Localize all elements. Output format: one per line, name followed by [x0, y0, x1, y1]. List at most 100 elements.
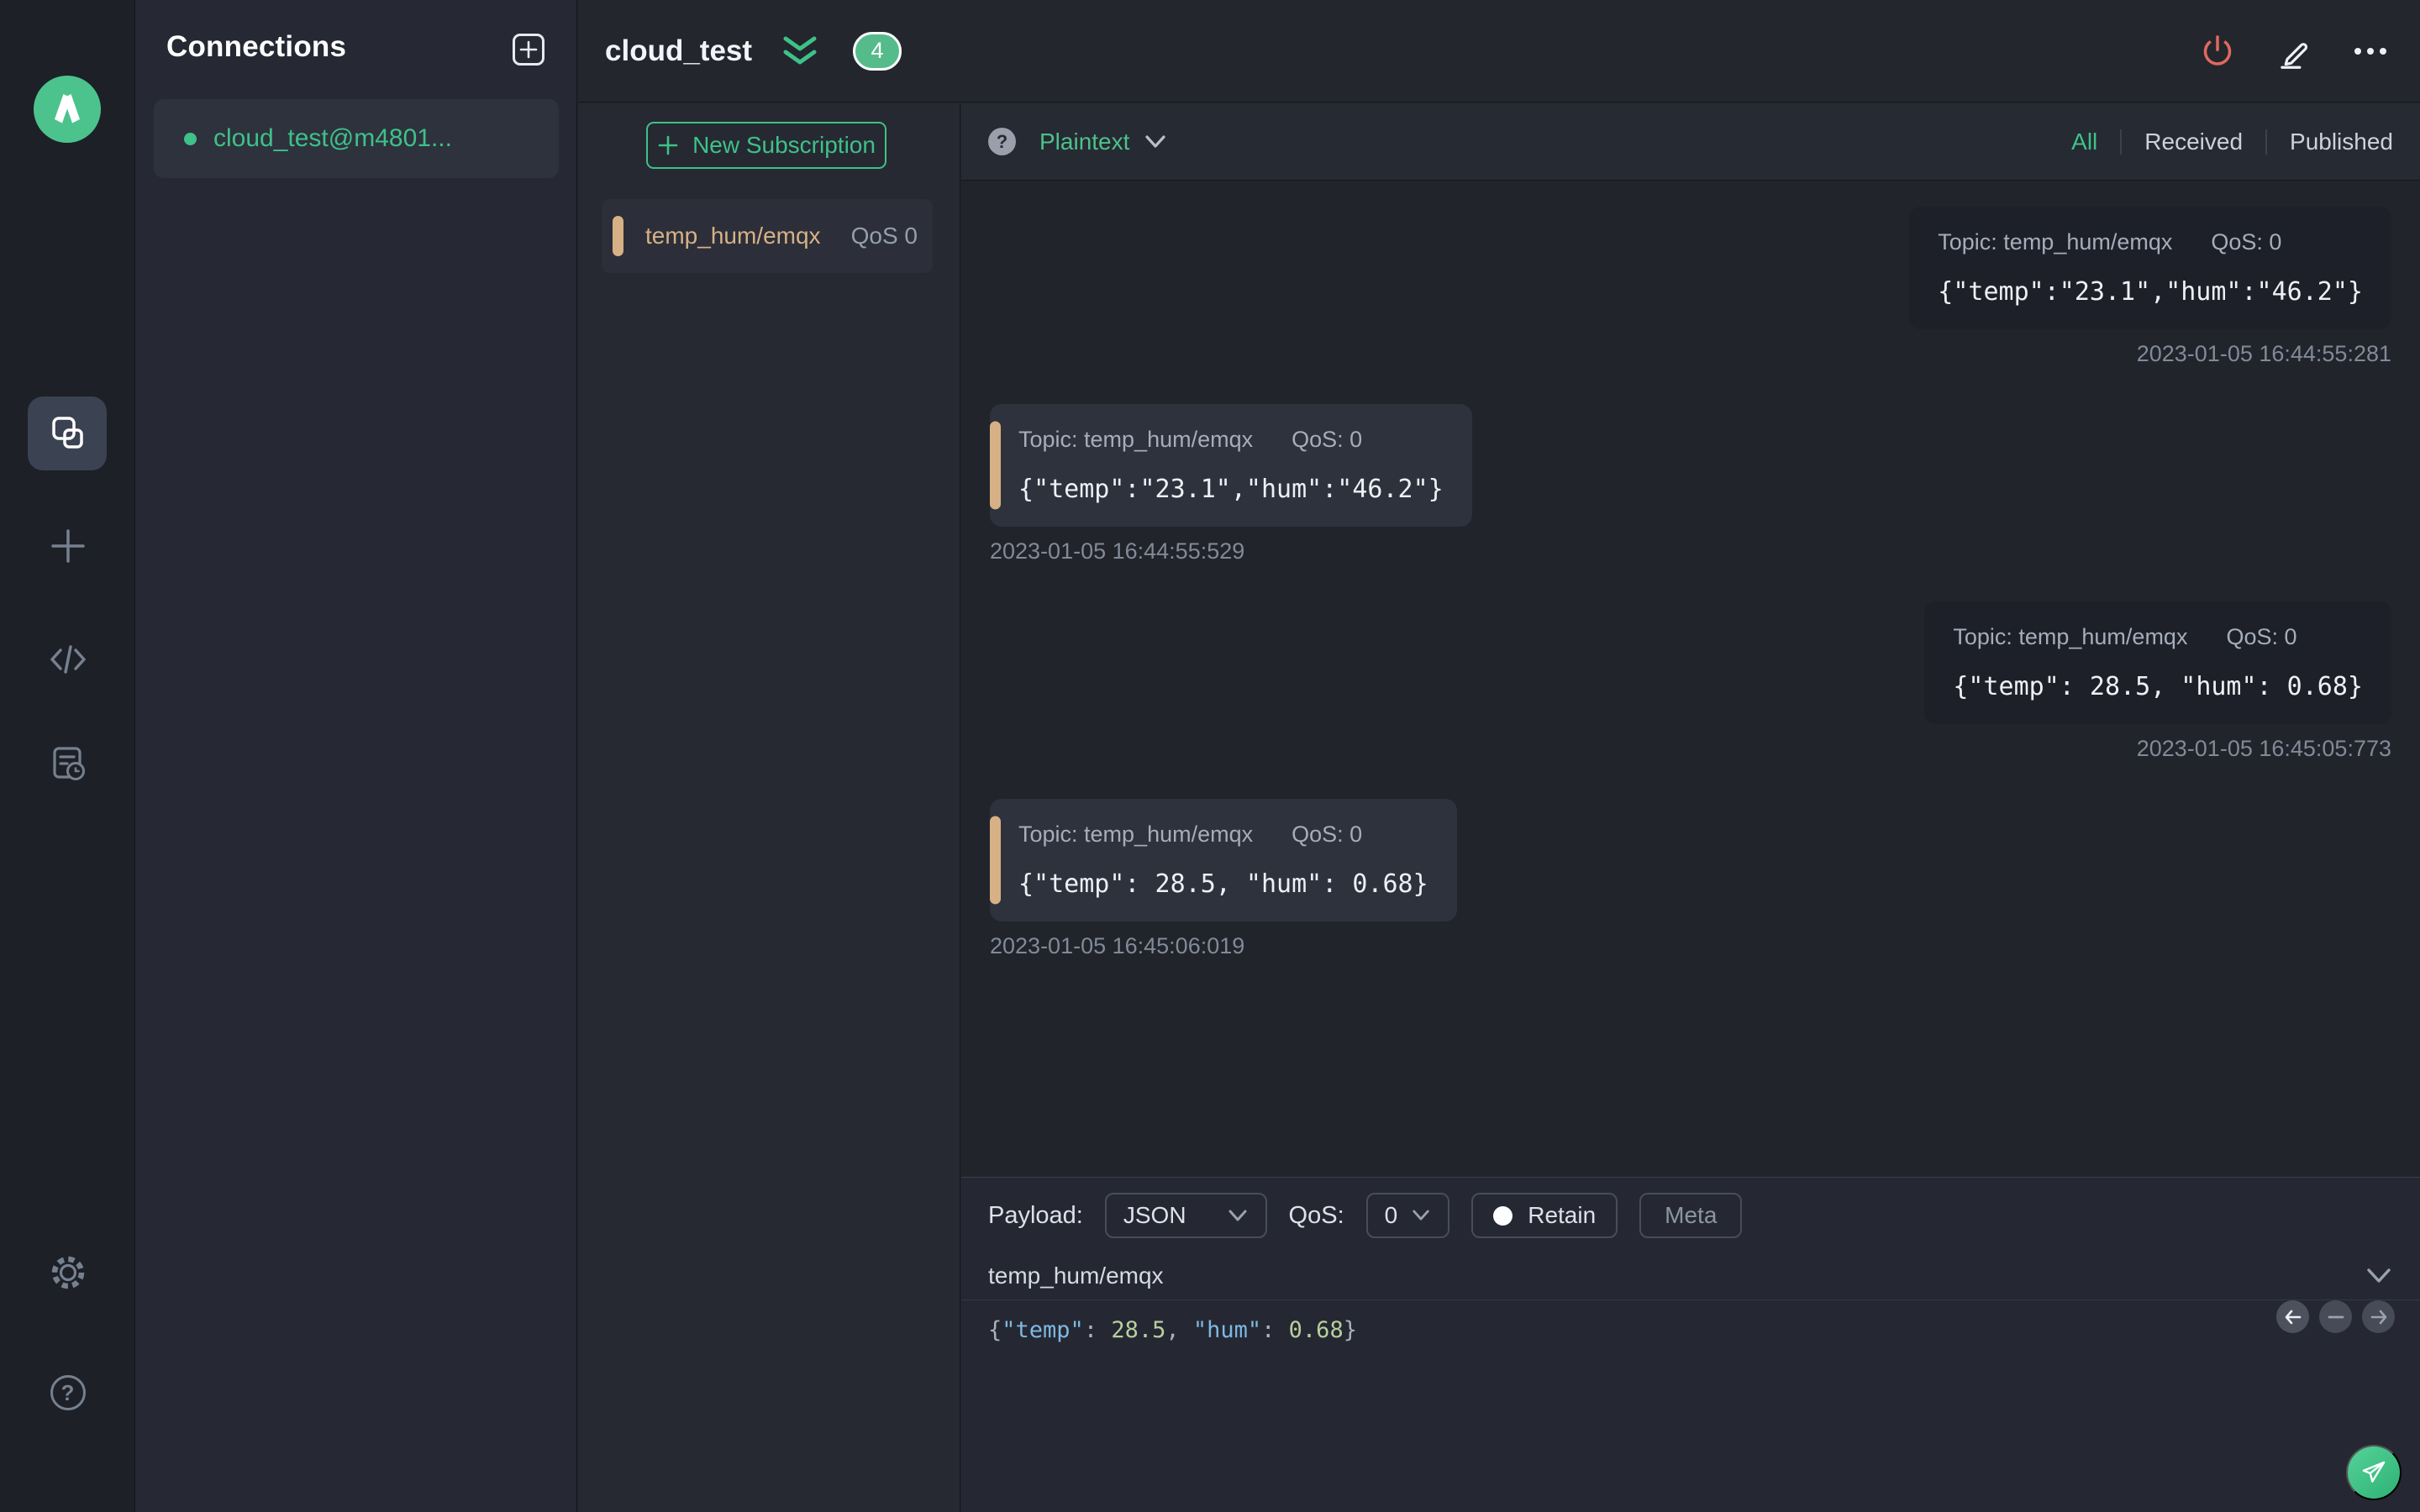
disconnect-power-icon[interactable]: [2200, 34, 2235, 69]
message-bubble[interactable]: Topic: temp_hum/emqx QoS: 0 {"temp": 28.…: [990, 799, 1457, 921]
more-options-icon[interactable]: [2351, 34, 2390, 69]
message-qos: QoS: 0: [2226, 624, 2297, 649]
help-glyph: ?: [996, 130, 1008, 152]
publish-panel: Payload: JSON QoS: 0 Retain Meta temp_hu…: [961, 1177, 2420, 1512]
publish-topic-input[interactable]: temp_hum/emqx: [988, 1263, 1164, 1289]
nav-new-connection-button[interactable]: [0, 524, 135, 568]
message-history-nav: [2276, 1300, 2395, 1333]
nav-script-button[interactable]: [0, 640, 135, 679]
message-published: Topic: temp_hum/emqx QoS: 0 {"temp": 28.…: [990, 601, 2391, 762]
payload-token: 28.5: [1111, 1317, 1166, 1343]
subscription-color-bar: [613, 216, 623, 256]
nav-log-button[interactable]: [0, 743, 135, 785]
publish-payload-editor[interactable]: {"temp": 28.5, "hum": 0.68}: [961, 1300, 2420, 1360]
message-payload: {"temp":"23.1","hum":"46.2"}: [1938, 277, 2363, 307]
minus-icon: [2328, 1315, 2344, 1318]
payload-format-select[interactable]: JSON: [1104, 1193, 1267, 1238]
nav-settings-button[interactable]: [0, 1252, 135, 1294]
connections-icon: [52, 417, 83, 449]
meta-button[interactable]: Meta: [1639, 1193, 1743, 1238]
payload-token: ,: [1165, 1317, 1193, 1343]
message-topic: Topic: temp_hum/emqx: [1953, 624, 2188, 649]
new-subscription-button[interactable]: New Subscription: [646, 122, 886, 169]
message-topic: Topic: temp_hum/emqx: [1018, 822, 1254, 847]
history-prev-button[interactable]: [2276, 1300, 2309, 1333]
message-topic: Topic: temp_hum/emqx: [1938, 229, 2173, 255]
payload-token: {: [988, 1317, 1002, 1343]
message-bubble[interactable]: Topic: temp_hum/emqx QoS: 0 {"temp":"23.…: [990, 404, 1472, 527]
connections-title: Connections: [166, 30, 347, 63]
message-payload: {"temp":"23.1","hum":"46.2"}: [1018, 475, 1444, 504]
subscription-count: 4: [871, 38, 884, 63]
payload-token: }: [1343, 1317, 1357, 1343]
message-payload: {"temp": 28.5, "hum": 0.68}: [1018, 869, 1428, 899]
nav-connections-button[interactable]: [28, 396, 107, 470]
message-qos: QoS: 0: [2211, 229, 2282, 255]
add-connection-button[interactable]: [513, 34, 544, 66]
collapse-subscriptions-icon[interactable]: [777, 32, 823, 71]
message-timestamp: 2023-01-05 16:45:05:773: [2136, 736, 2391, 761]
retain-label: Retain: [1528, 1202, 1597, 1228]
message-timestamp: 2023-01-05 16:44:55:281: [2136, 341, 2391, 366]
payload-token: "hum": [1192, 1317, 1262, 1343]
code-icon: [50, 645, 86, 674]
tab-received[interactable]: Received: [2122, 129, 2265, 155]
message-qos: QoS: 0: [1292, 427, 1363, 452]
qos-value: 0: [1384, 1202, 1398, 1228]
message-topic: Topic: temp_hum/emqx: [1018, 427, 1254, 452]
history-delete-button[interactable]: [2319, 1300, 2352, 1333]
chevron-down-icon: [1228, 1210, 1247, 1221]
message-received: Topic: temp_hum/emqx QoS: 0 {"temp": 28.…: [990, 799, 2391, 959]
chevron-down-icon: [1413, 1210, 1429, 1221]
subscriptions-column: New Subscription temp_hum/emqx QoS 0: [578, 103, 960, 1512]
connected-status-dot: [184, 132, 197, 145]
send-paper-plane-icon: [2362, 1461, 2386, 1483]
message-list[interactable]: Topic: temp_hum/emqx QoS: 0 {"temp":"23.…: [961, 181, 2420, 1176]
message-payload: {"temp": 28.5, "hum": 0.68}: [1953, 672, 2363, 701]
left-rail: ?: [0, 0, 135, 1512]
subscription-item[interactable]: temp_hum/emqx QoS 0: [602, 199, 933, 273]
header-actions: [2200, 34, 2390, 69]
qos-label: QoS:: [1288, 1201, 1344, 1229]
help-glyph: ?: [60, 1379, 75, 1405]
plus-icon: [519, 40, 538, 59]
collapse-publish-icon[interactable]: [2365, 1267, 2393, 1285]
message-bubble[interactable]: Topic: temp_hum/emqx QoS: 0 {"temp":"23.…: [1909, 207, 2391, 329]
edit-pencil-icon[interactable]: [2275, 34, 2311, 69]
connection-title: cloud_test: [605, 34, 753, 67]
log-icon: [52, 747, 85, 780]
subscription-count-badge: 4: [853, 31, 902, 71]
tab-all[interactable]: All: [2049, 129, 2120, 155]
retain-toggle[interactable]: Retain: [1471, 1193, 1618, 1238]
payload-format-help-icon[interactable]: ?: [988, 128, 1016, 155]
tab-published[interactable]: Published: [2267, 129, 2393, 155]
message-published: Topic: temp_hum/emqx QoS: 0 {"temp":"23.…: [990, 207, 2391, 367]
connection-list-item[interactable]: cloud_test@m4801...: [154, 99, 559, 178]
message-filter-tabs: All Received Published: [2049, 129, 2393, 155]
connection-name: cloud_test@m4801...: [213, 124, 452, 152]
payload-format-label: Payload:: [988, 1201, 1083, 1229]
send-button[interactable]: [2346, 1445, 2402, 1500]
nav-help-button[interactable]: ?: [0, 1375, 135, 1410]
message-bubble[interactable]: Topic: temp_hum/emqx QoS: 0 {"temp": 28.…: [1924, 601, 2391, 724]
message-qos: QoS: 0: [1292, 822, 1363, 847]
gear-icon: [51, 1256, 84, 1289]
message-format-select[interactable]: Plaintext: [1039, 129, 1129, 155]
chevron-down-icon[interactable]: [1143, 134, 1168, 150]
message-timestamp: 2023-01-05 16:44:55:529: [990, 538, 1245, 564]
payload-format-value: JSON: [1123, 1202, 1186, 1228]
qos-select[interactable]: 0: [1365, 1193, 1450, 1238]
plus-icon: [658, 135, 678, 155]
message-color-bar: [990, 421, 1001, 510]
mqttx-logo-icon[interactable]: [34, 76, 101, 143]
message-color-bar: [990, 816, 1001, 905]
payload-token: :: [1083, 1317, 1112, 1343]
message-received: Topic: temp_hum/emqx QoS: 0 {"temp":"23.…: [990, 404, 2391, 564]
subscription-topic: temp_hum/emqx: [645, 223, 821, 249]
payload-token: 0.68: [1288, 1317, 1344, 1343]
history-next-button[interactable]: [2362, 1300, 2395, 1333]
payload-token: "temp": [1002, 1317, 1084, 1343]
publish-toolbar: Payload: JSON QoS: 0 Retain Meta: [961, 1178, 2420, 1238]
connections-panel: Connections cloud_test@m4801...: [135, 0, 577, 1512]
message-timestamp: 2023-01-05 16:45:06:019: [990, 933, 1245, 958]
